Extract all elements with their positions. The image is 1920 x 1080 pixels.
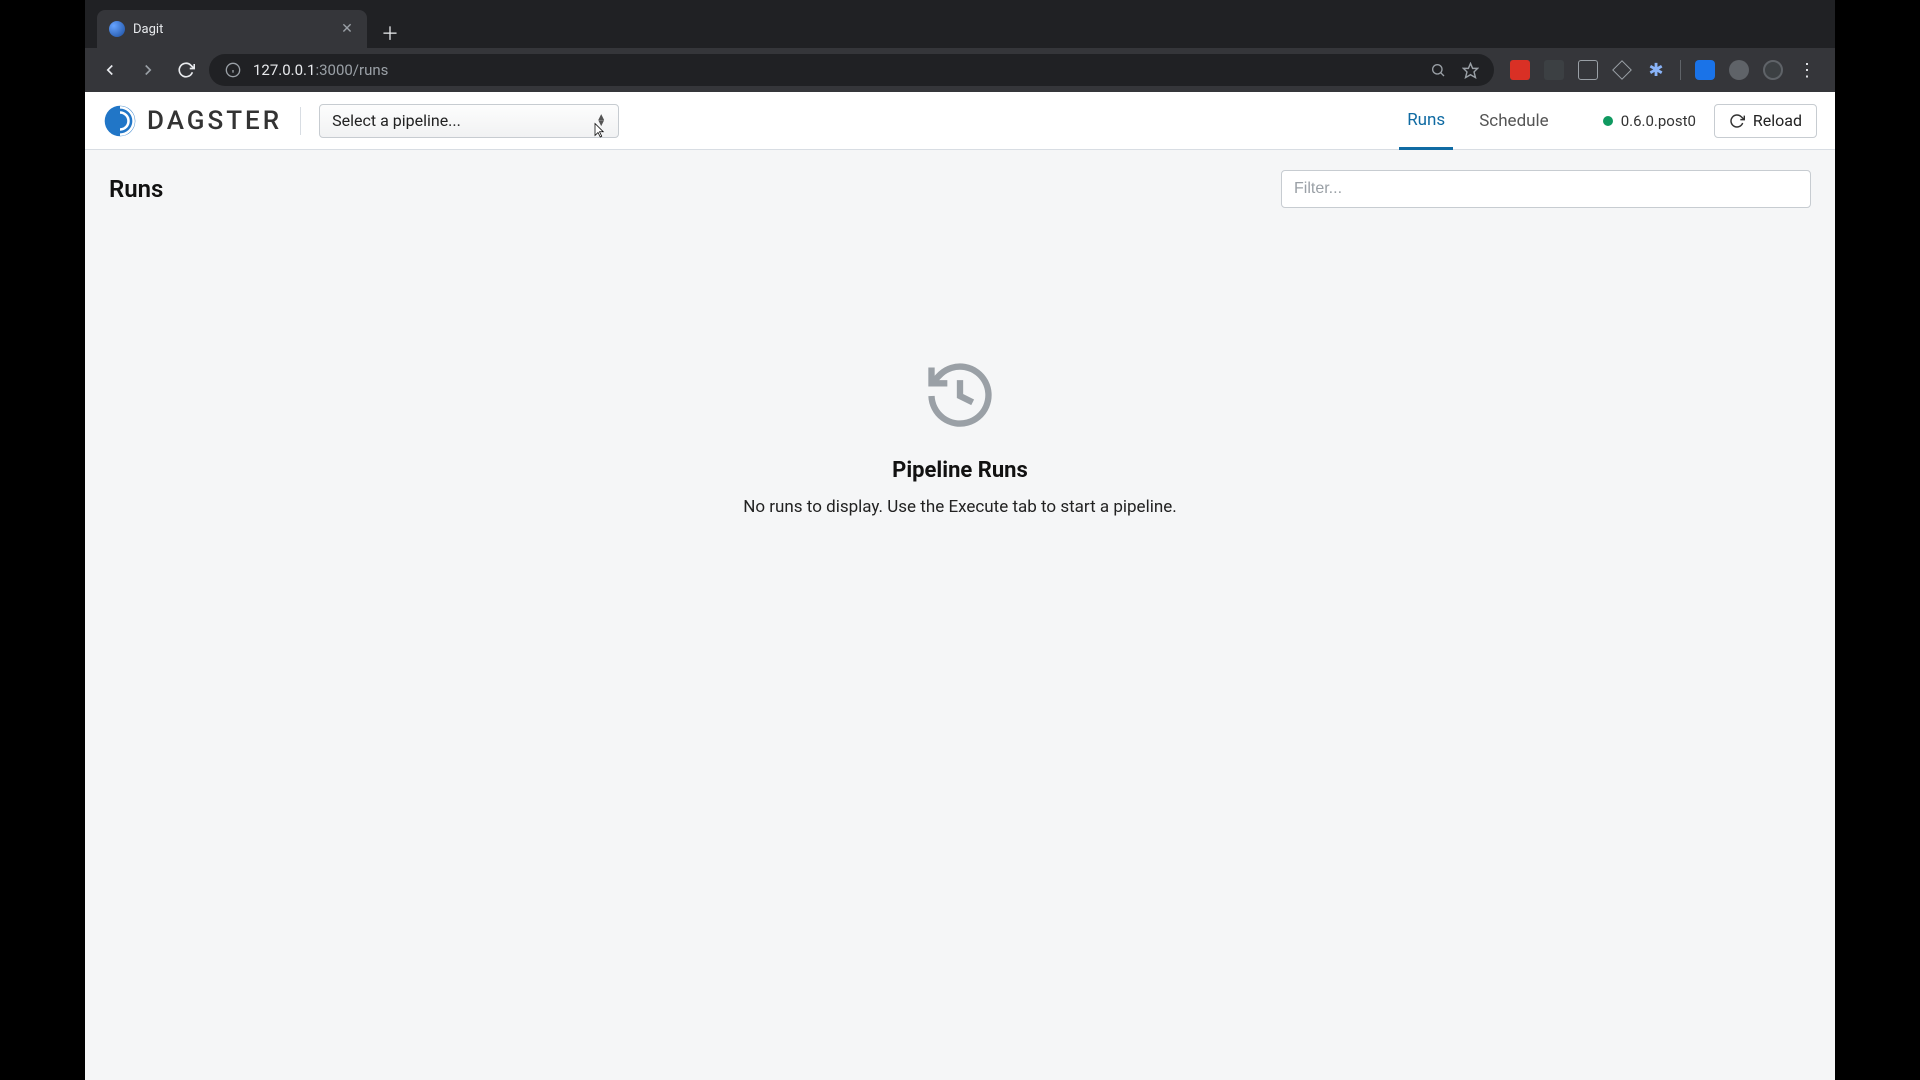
history-icon [922, 358, 998, 434]
empty-state: Pipeline Runs No runs to display. Use th… [109, 208, 1811, 1060]
zoom-icon[interactable] [1428, 60, 1448, 80]
app-header: DAGSTER Select a pipeline... ▲▼ Runs [85, 92, 1835, 150]
caret-sort-icon: ▲▼ [596, 115, 606, 127]
version-badge: 0.6.0.post0 [1603, 112, 1696, 130]
browser-menu-button[interactable]: ⋮ [1797, 60, 1817, 80]
page-title: Runs [109, 175, 163, 203]
reload-icon [1729, 113, 1745, 129]
status-dot-icon [1603, 116, 1613, 126]
reload-page-button[interactable] [171, 55, 201, 85]
browser-tab[interactable]: Dagit ✕ [97, 10, 367, 48]
nav-runs[interactable]: Runs [1399, 92, 1453, 150]
forward-button[interactable] [133, 55, 163, 85]
extension-icon[interactable] [1612, 60, 1632, 80]
logo-text: DAGSTER [147, 106, 282, 136]
tab-title: Dagit [133, 22, 331, 37]
extension-icon[interactable] [1695, 60, 1715, 80]
profile-avatar-icon[interactable] [1763, 60, 1783, 80]
pipeline-select-label: Select a pipeline... [332, 111, 461, 130]
reload-button[interactable]: Reload [1714, 104, 1817, 138]
extensions-area: ✱ ⋮ [1502, 60, 1825, 80]
extension-icon[interactable] [1544, 60, 1564, 80]
nav-schedule[interactable]: Schedule [1471, 92, 1556, 150]
app-root: DAGSTER Select a pipeline... ▲▼ Runs [85, 92, 1835, 1080]
back-button[interactable] [95, 55, 125, 85]
browser-tab-bar: Dagit ✕ ＋ [85, 0, 1835, 48]
logo[interactable]: DAGSTER [103, 104, 282, 138]
new-tab-button[interactable]: ＋ [375, 18, 405, 48]
extension-icon[interactable]: ✱ [1646, 60, 1666, 80]
extension-icon[interactable] [1510, 60, 1530, 80]
content-header: Runs [109, 170, 1811, 208]
site-info-icon[interactable] [223, 60, 243, 80]
logo-icon [103, 104, 137, 138]
empty-title: Pipeline Runs [892, 458, 1028, 483]
version-text: 0.6.0.post0 [1621, 112, 1696, 130]
browser-toolbar: 127.0.0.1:3000/runs ✱ [85, 48, 1835, 92]
empty-description: No runs to display. Use the Execute tab … [743, 497, 1176, 517]
bookmark-icon[interactable] [1460, 60, 1480, 80]
extension-icon[interactable] [1729, 60, 1749, 80]
content-area: Runs Pipeline Runs No runs to display. U… [85, 150, 1835, 1080]
close-tab-button[interactable]: ✕ [339, 21, 355, 37]
extension-icon[interactable] [1578, 60, 1598, 80]
favicon-icon [109, 21, 125, 37]
divider [300, 107, 301, 135]
url-text: 127.0.0.1:3000/runs [253, 61, 388, 79]
address-bar[interactable]: 127.0.0.1:3000/runs [209, 54, 1494, 86]
pipeline-select[interactable]: Select a pipeline... ▲▼ [319, 104, 619, 138]
filter-input[interactable] [1281, 170, 1811, 208]
